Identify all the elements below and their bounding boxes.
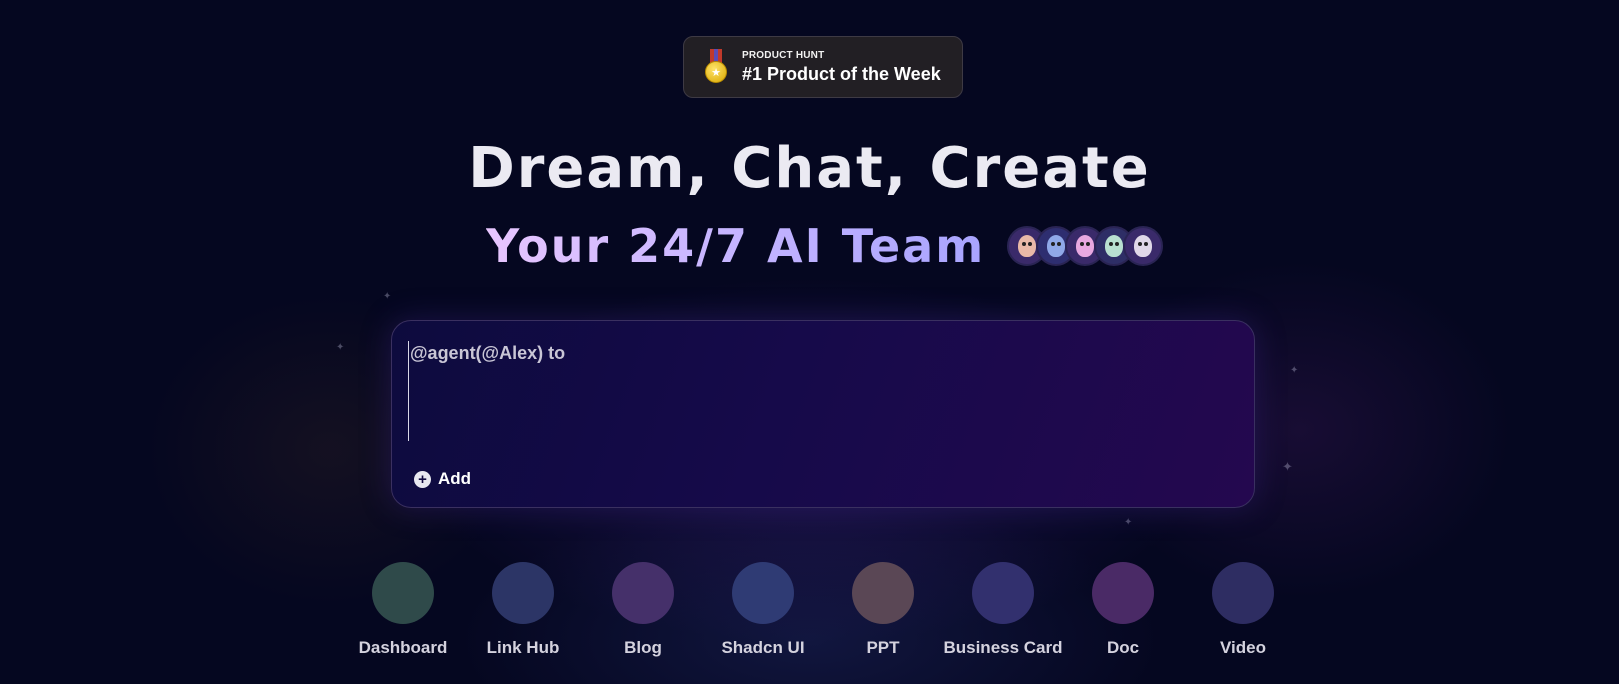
template-icon (852, 562, 914, 624)
template-icon (1092, 562, 1154, 624)
template-shortcuts: Dashboard Link Hub Blog Shadcn UI PPT Bu… (0, 562, 1619, 672)
add-button[interactable]: + Add (414, 469, 471, 489)
template-label: Blog (624, 638, 662, 657)
template-label: PPT (866, 638, 900, 657)
template-video[interactable]: Video (1183, 562, 1303, 658)
hero-subtitle: Your 24/7 AI Team (486, 219, 986, 273)
sparkle-icon: ✦ (383, 291, 392, 302)
sparkle-icon: ✦ (1282, 459, 1293, 474)
template-label: Shadcn UI (721, 638, 805, 657)
sparkle-icon: ✦ (336, 342, 345, 353)
badge-kicker: PRODUCT HUNT (742, 49, 825, 61)
template-icon (732, 562, 794, 624)
template-icon (972, 562, 1034, 624)
medal-icon: ★ (704, 49, 728, 85)
template-blog[interactable]: Blog (583, 562, 703, 658)
template-label: Link Hub (486, 638, 560, 657)
prompt-input[interactable] (408, 341, 1228, 441)
agent-avatars (1007, 226, 1164, 266)
add-label: Add (438, 469, 472, 488)
sparkle-icon: ✦ (1290, 365, 1299, 376)
sparkle-icon: ✦ (1124, 517, 1133, 528)
template-business-card[interactable]: Business Card (943, 562, 1063, 658)
badge-title: #1 Product of the Week (742, 63, 941, 84)
avatar (1123, 226, 1164, 266)
template-doc[interactable]: Doc (1063, 562, 1183, 658)
template-icon (372, 562, 434, 624)
template-ppt[interactable]: PPT (823, 562, 943, 658)
hero-subtitle-row: Your 24/7 AI Team (486, 218, 1164, 274)
template-icon (612, 562, 674, 624)
plus-circle-icon: + (414, 470, 431, 488)
hero-title: Dream, Chat, Create (468, 136, 1151, 201)
template-label: Video (1220, 638, 1266, 657)
template-icon (492, 562, 554, 624)
template-shadcn-ui[interactable]: Shadcn UI (703, 562, 823, 658)
template-dashboard[interactable]: Dashboard (343, 562, 463, 658)
template-label: Doc (1106, 638, 1140, 657)
template-label: Business Card (943, 638, 1063, 657)
product-hunt-badge[interactable]: ★ PRODUCT HUNT #1 Product of the Week (683, 36, 963, 98)
prompt-composer: + Add (391, 320, 1255, 508)
template-label: Dashboard (358, 638, 448, 657)
template-icon (1212, 562, 1274, 624)
template-link-hub[interactable]: Link Hub (463, 562, 583, 658)
